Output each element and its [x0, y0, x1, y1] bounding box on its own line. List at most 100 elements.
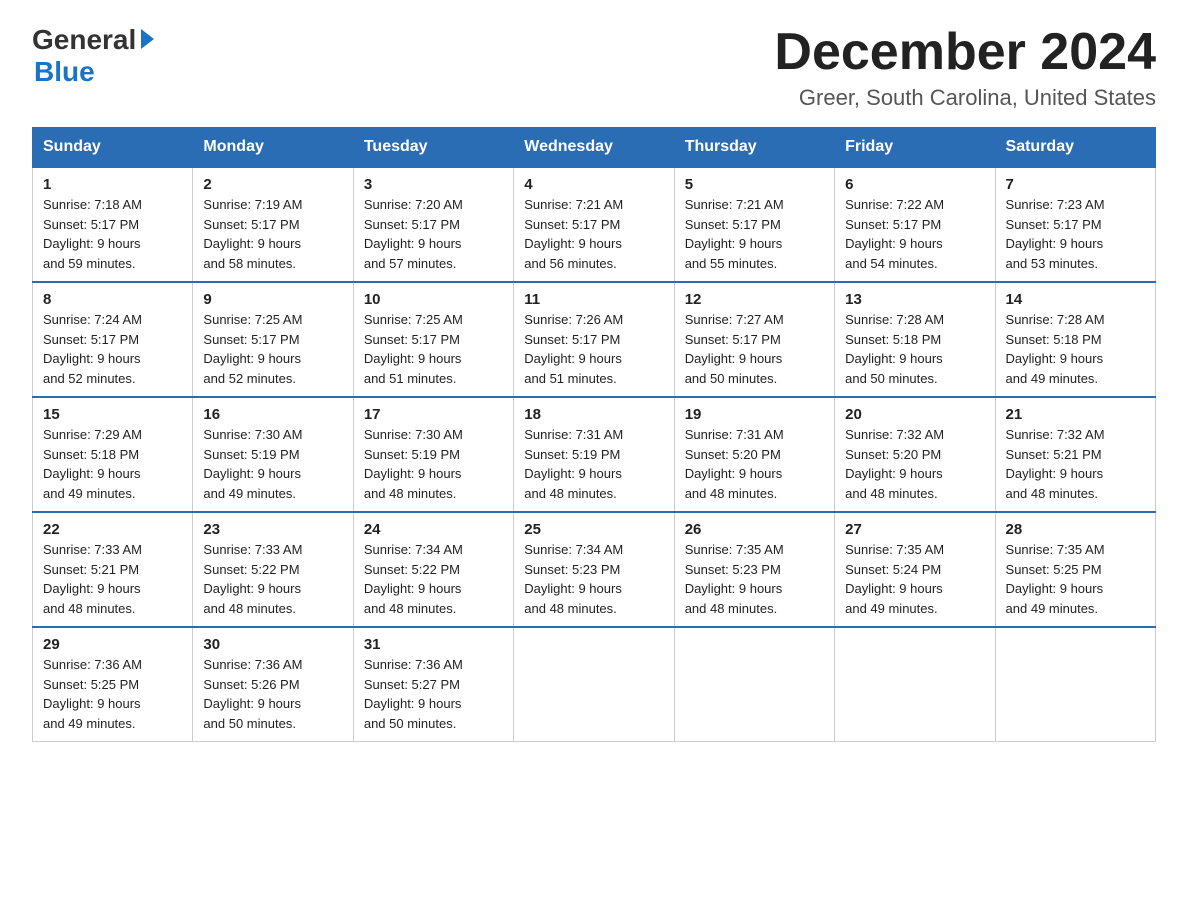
day-info: Sunrise: 7:21 AMSunset: 5:17 PMDaylight:…: [524, 195, 663, 273]
day-cell-28: 28 Sunrise: 7:35 AMSunset: 5:25 PMDaylig…: [995, 512, 1155, 627]
day-number: 7: [1006, 176, 1145, 193]
day-cell-7: 7 Sunrise: 7:23 AMSunset: 5:17 PMDayligh…: [995, 167, 1155, 282]
weekday-header-monday: Monday: [193, 128, 353, 168]
day-number: 28: [1006, 521, 1145, 538]
day-cell-29: 29 Sunrise: 7:36 AMSunset: 5:25 PMDaylig…: [33, 627, 193, 742]
day-number: 6: [845, 176, 984, 193]
empty-cell: [514, 627, 674, 742]
day-number: 17: [364, 406, 503, 423]
logo-blue: Blue: [34, 56, 95, 87]
day-cell-13: 13 Sunrise: 7:28 AMSunset: 5:18 PMDaylig…: [835, 282, 995, 397]
day-cell-27: 27 Sunrise: 7:35 AMSunset: 5:24 PMDaylig…: [835, 512, 995, 627]
day-cell-11: 11 Sunrise: 7:26 AMSunset: 5:17 PMDaylig…: [514, 282, 674, 397]
day-cell-19: 19 Sunrise: 7:31 AMSunset: 5:20 PMDaylig…: [674, 397, 834, 512]
day-info: Sunrise: 7:22 AMSunset: 5:17 PMDaylight:…: [845, 195, 984, 273]
day-number: 20: [845, 406, 984, 423]
day-cell-9: 9 Sunrise: 7:25 AMSunset: 5:17 PMDayligh…: [193, 282, 353, 397]
day-number: 5: [685, 176, 824, 193]
day-cell-2: 2 Sunrise: 7:19 AMSunset: 5:17 PMDayligh…: [193, 167, 353, 282]
day-info: Sunrise: 7:33 AMSunset: 5:21 PMDaylight:…: [43, 540, 182, 618]
empty-cell: [674, 627, 834, 742]
day-number: 14: [1006, 291, 1145, 308]
week-row-3: 15 Sunrise: 7:29 AMSunset: 5:18 PMDaylig…: [33, 397, 1156, 512]
day-info: Sunrise: 7:31 AMSunset: 5:20 PMDaylight:…: [685, 425, 824, 503]
day-number: 23: [203, 521, 342, 538]
day-cell-14: 14 Sunrise: 7:28 AMSunset: 5:18 PMDaylig…: [995, 282, 1155, 397]
day-cell-23: 23 Sunrise: 7:33 AMSunset: 5:22 PMDaylig…: [193, 512, 353, 627]
logo-general: General: [32, 24, 136, 56]
page-header: General Blue December 2024 Greer, South …: [32, 24, 1156, 111]
weekday-header-saturday: Saturday: [995, 128, 1155, 168]
day-number: 11: [524, 291, 663, 308]
day-info: Sunrise: 7:36 AMSunset: 5:27 PMDaylight:…: [364, 655, 503, 733]
day-info: Sunrise: 7:32 AMSunset: 5:21 PMDaylight:…: [1006, 425, 1145, 503]
day-number: 30: [203, 636, 342, 653]
day-number: 10: [364, 291, 503, 308]
day-number: 1: [43, 176, 182, 193]
day-cell-31: 31 Sunrise: 7:36 AMSunset: 5:27 PMDaylig…: [353, 627, 513, 742]
day-cell-8: 8 Sunrise: 7:24 AMSunset: 5:17 PMDayligh…: [33, 282, 193, 397]
day-cell-25: 25 Sunrise: 7:34 AMSunset: 5:23 PMDaylig…: [514, 512, 674, 627]
day-number: 27: [845, 521, 984, 538]
day-cell-6: 6 Sunrise: 7:22 AMSunset: 5:17 PMDayligh…: [835, 167, 995, 282]
day-number: 26: [685, 521, 824, 538]
day-info: Sunrise: 7:36 AMSunset: 5:26 PMDaylight:…: [203, 655, 342, 733]
day-cell-12: 12 Sunrise: 7:27 AMSunset: 5:17 PMDaylig…: [674, 282, 834, 397]
day-info: Sunrise: 7:27 AMSunset: 5:17 PMDaylight:…: [685, 310, 824, 388]
day-number: 13: [845, 291, 984, 308]
logo-arrow-icon: [141, 29, 154, 49]
week-row-4: 22 Sunrise: 7:33 AMSunset: 5:21 PMDaylig…: [33, 512, 1156, 627]
day-info: Sunrise: 7:33 AMSunset: 5:22 PMDaylight:…: [203, 540, 342, 618]
weekday-header-friday: Friday: [835, 128, 995, 168]
day-info: Sunrise: 7:21 AMSunset: 5:17 PMDaylight:…: [685, 195, 824, 273]
day-info: Sunrise: 7:28 AMSunset: 5:18 PMDaylight:…: [1006, 310, 1145, 388]
day-info: Sunrise: 7:31 AMSunset: 5:19 PMDaylight:…: [524, 425, 663, 503]
weekday-header-tuesday: Tuesday: [353, 128, 513, 168]
day-cell-17: 17 Sunrise: 7:30 AMSunset: 5:19 PMDaylig…: [353, 397, 513, 512]
day-info: Sunrise: 7:18 AMSunset: 5:17 PMDaylight:…: [43, 195, 182, 273]
day-cell-4: 4 Sunrise: 7:21 AMSunset: 5:17 PMDayligh…: [514, 167, 674, 282]
day-number: 12: [685, 291, 824, 308]
day-info: Sunrise: 7:36 AMSunset: 5:25 PMDaylight:…: [43, 655, 182, 733]
day-number: 3: [364, 176, 503, 193]
day-number: 22: [43, 521, 182, 538]
weekday-header-wednesday: Wednesday: [514, 128, 674, 168]
day-number: 19: [685, 406, 824, 423]
day-cell-3: 3 Sunrise: 7:20 AMSunset: 5:17 PMDayligh…: [353, 167, 513, 282]
week-row-5: 29 Sunrise: 7:36 AMSunset: 5:25 PMDaylig…: [33, 627, 1156, 742]
week-row-2: 8 Sunrise: 7:24 AMSunset: 5:17 PMDayligh…: [33, 282, 1156, 397]
location-subtitle: Greer, South Carolina, United States: [774, 85, 1156, 111]
day-info: Sunrise: 7:19 AMSunset: 5:17 PMDaylight:…: [203, 195, 342, 273]
day-info: Sunrise: 7:35 AMSunset: 5:23 PMDaylight:…: [685, 540, 824, 618]
day-number: 4: [524, 176, 663, 193]
day-info: Sunrise: 7:23 AMSunset: 5:17 PMDaylight:…: [1006, 195, 1145, 273]
day-cell-30: 30 Sunrise: 7:36 AMSunset: 5:26 PMDaylig…: [193, 627, 353, 742]
logo: General Blue: [32, 24, 154, 88]
day-info: Sunrise: 7:20 AMSunset: 5:17 PMDaylight:…: [364, 195, 503, 273]
day-info: Sunrise: 7:30 AMSunset: 5:19 PMDaylight:…: [203, 425, 342, 503]
calendar-table: SundayMondayTuesdayWednesdayThursdayFrid…: [32, 127, 1156, 742]
day-cell-15: 15 Sunrise: 7:29 AMSunset: 5:18 PMDaylig…: [33, 397, 193, 512]
day-cell-10: 10 Sunrise: 7:25 AMSunset: 5:17 PMDaylig…: [353, 282, 513, 397]
day-info: Sunrise: 7:32 AMSunset: 5:20 PMDaylight:…: [845, 425, 984, 503]
day-cell-20: 20 Sunrise: 7:32 AMSunset: 5:20 PMDaylig…: [835, 397, 995, 512]
day-number: 21: [1006, 406, 1145, 423]
day-info: Sunrise: 7:24 AMSunset: 5:17 PMDaylight:…: [43, 310, 182, 388]
day-info: Sunrise: 7:28 AMSunset: 5:18 PMDaylight:…: [845, 310, 984, 388]
day-number: 31: [364, 636, 503, 653]
day-number: 18: [524, 406, 663, 423]
day-info: Sunrise: 7:26 AMSunset: 5:17 PMDaylight:…: [524, 310, 663, 388]
day-number: 8: [43, 291, 182, 308]
day-info: Sunrise: 7:25 AMSunset: 5:17 PMDaylight:…: [364, 310, 503, 388]
day-cell-21: 21 Sunrise: 7:32 AMSunset: 5:21 PMDaylig…: [995, 397, 1155, 512]
day-cell-1: 1 Sunrise: 7:18 AMSunset: 5:17 PMDayligh…: [33, 167, 193, 282]
empty-cell: [835, 627, 995, 742]
day-info: Sunrise: 7:35 AMSunset: 5:25 PMDaylight:…: [1006, 540, 1145, 618]
day-info: Sunrise: 7:30 AMSunset: 5:19 PMDaylight:…: [364, 425, 503, 503]
day-cell-26: 26 Sunrise: 7:35 AMSunset: 5:23 PMDaylig…: [674, 512, 834, 627]
weekday-header-row: SundayMondayTuesdayWednesdayThursdayFrid…: [33, 128, 1156, 168]
day-cell-18: 18 Sunrise: 7:31 AMSunset: 5:19 PMDaylig…: [514, 397, 674, 512]
day-info: Sunrise: 7:29 AMSunset: 5:18 PMDaylight:…: [43, 425, 182, 503]
week-row-1: 1 Sunrise: 7:18 AMSunset: 5:17 PMDayligh…: [33, 167, 1156, 282]
day-number: 16: [203, 406, 342, 423]
